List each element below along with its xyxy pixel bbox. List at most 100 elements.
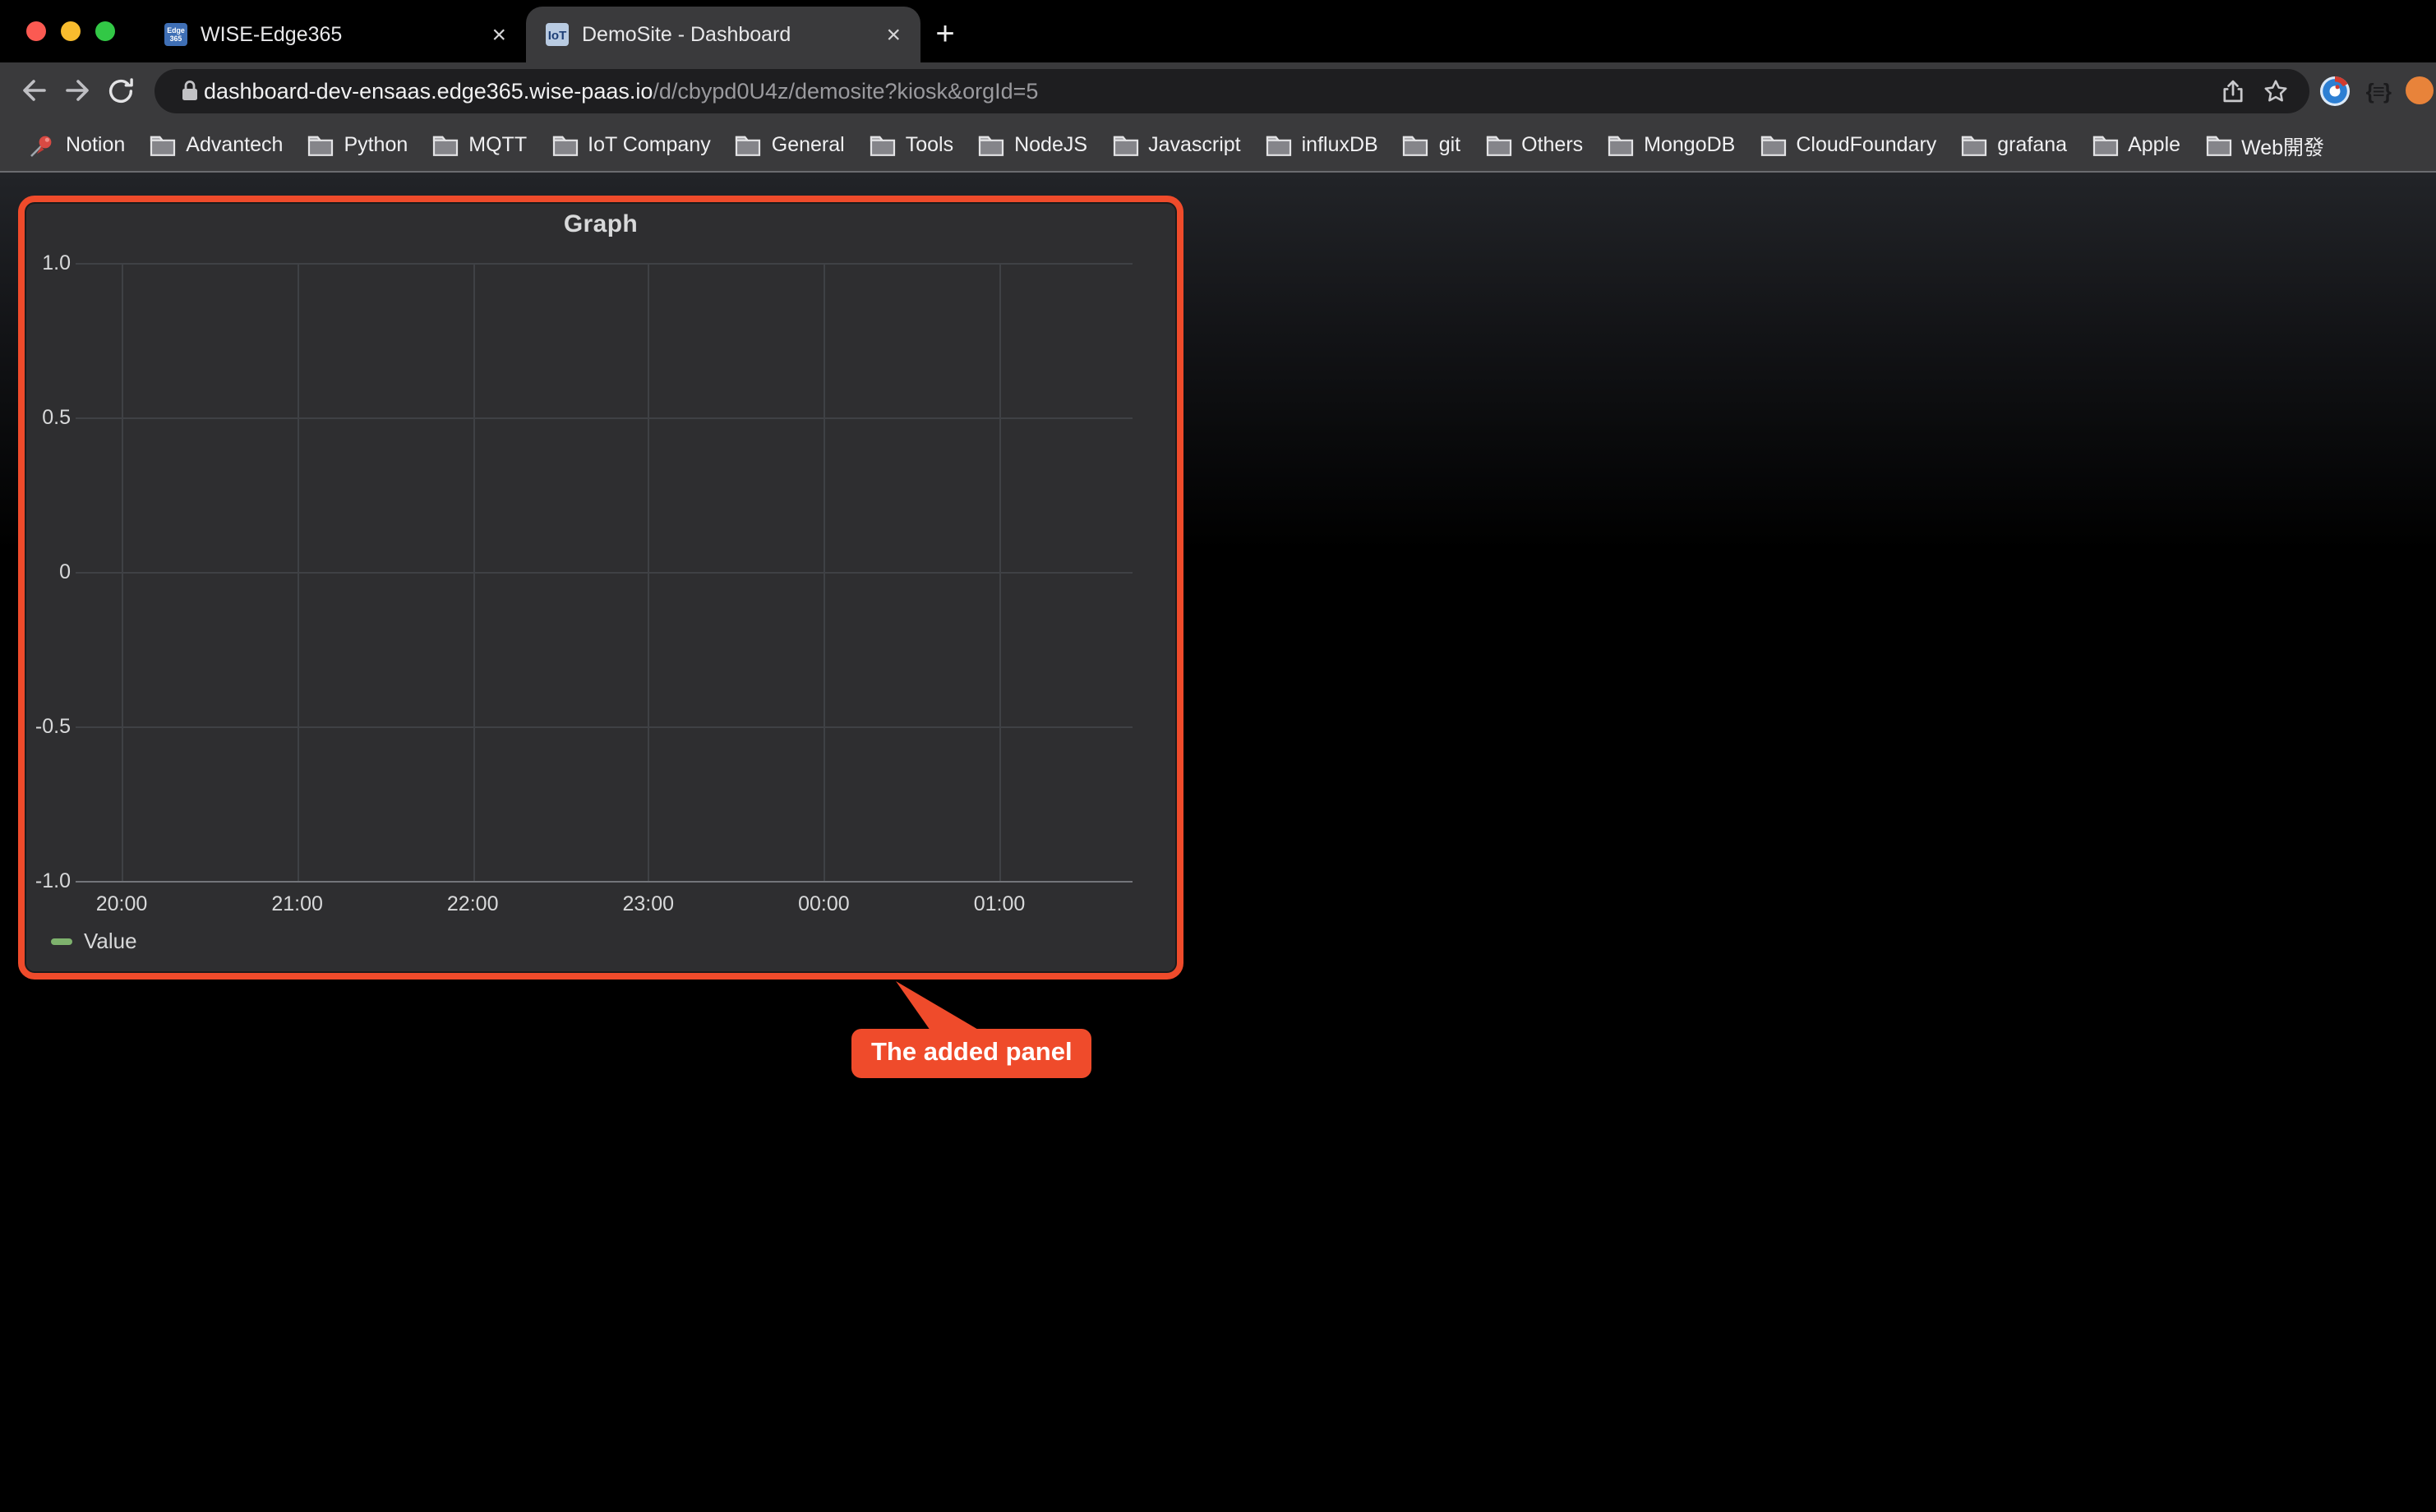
bookmark-label: git <box>1439 133 1460 156</box>
extension-profile-button[interactable] <box>2405 76 2434 105</box>
tab-close-icon[interactable]: × <box>488 22 510 47</box>
bookmark-star-button[interactable] <box>2254 71 2297 110</box>
bookmark-label: Apple <box>2128 133 2180 156</box>
lock-icon <box>174 71 204 110</box>
h-gridline <box>76 726 1133 728</box>
star-icon <box>2262 76 2290 104</box>
tab-close-icon[interactable]: × <box>883 22 904 47</box>
v-gridline <box>824 263 825 881</box>
tab-title: DemoSite - Dashboard <box>582 23 883 46</box>
bookmark-label: influxDB <box>1302 133 1378 156</box>
bookmark-label: General <box>772 133 845 156</box>
colorwheel-icon <box>2320 75 2351 106</box>
back-arrow-icon <box>18 74 51 107</box>
bookmark-general[interactable]: General <box>736 133 845 156</box>
edge365-favicon: Edge 365 <box>164 23 187 46</box>
bookmark-label: Advantech <box>186 133 283 156</box>
bookmark-label: Tools <box>906 133 953 156</box>
bookmark-others[interactable]: Others <box>1485 133 1583 156</box>
browser-window: Edge 365 WISE-Edge365 × IoT DemoSite - D… <box>0 0 2436 1512</box>
y-axis-tick-label: 0 <box>25 560 71 583</box>
browser-toolbar: dashboard-dev-ensaas.edge365.wise-paas.i… <box>0 62 2436 118</box>
y-axis-tick-label: 0.5 <box>25 406 71 429</box>
v-gridline <box>122 263 123 881</box>
v-gridline <box>298 263 299 881</box>
chart-plot-area[interactable]: 1.0 0.5 0 -0.5 -1.0 20:00 21:00 22:00 23:00 00:00… <box>25 202 1177 973</box>
bookmarks-bar: Notion Advantech Python MQTT IoT Company Gene… <box>0 118 2436 173</box>
folder-icon <box>736 133 762 156</box>
bookmark-label: Others <box>1521 133 1583 156</box>
folder-icon <box>1266 133 1292 156</box>
window-zoom-button[interactable] <box>95 21 115 41</box>
folder-icon <box>150 133 176 156</box>
y-axis-tick-label: -1.0 <box>25 869 71 892</box>
url-text: dashboard-dev-ensaas.edge365.wise-paas.i… <box>204 78 1038 103</box>
bookmark-label: NodeJS <box>1014 133 1087 156</box>
new-tab-button[interactable]: + <box>920 7 970 62</box>
bookmark-cloudfoundary[interactable]: CloudFoundary <box>1760 133 1936 156</box>
share-button[interactable] <box>2212 71 2254 110</box>
forward-arrow-icon <box>61 74 94 107</box>
share-icon <box>2219 76 2247 104</box>
bookmark-mqtt[interactable]: MQTT <box>432 133 527 156</box>
y-axis-tick-label: 1.0 <box>25 251 71 274</box>
bookmark-git[interactable]: git <box>1403 133 1460 156</box>
bookmark-nodejs[interactable]: NodeJS <box>978 133 1087 156</box>
url-path: /d/cbypd0U4z/demosite?kiosk&orgId=5 <box>653 78 1038 103</box>
back-button[interactable] <box>13 69 56 112</box>
h-gridline <box>76 263 1133 265</box>
y-axis-tick-label: -0.5 <box>25 715 71 738</box>
chart-legend[interactable]: Value <box>51 929 137 953</box>
bookmark-tools[interactable]: Tools <box>870 133 953 156</box>
tab-wise-edge365[interactable]: Edge 365 WISE-Edge365 × <box>145 7 526 62</box>
x-axis-tick-label: 00:00 <box>798 892 850 915</box>
bookmark-influxdb[interactable]: influxDB <box>1266 133 1378 156</box>
tab-strip: Edge 365 WISE-Edge365 × IoT DemoSite - D… <box>0 0 2436 62</box>
v-gridline <box>473 263 474 881</box>
h-gridline <box>76 572 1133 574</box>
bookmark-advantech[interactable]: Advantech <box>150 133 283 156</box>
orange-circle-icon <box>2405 76 2434 105</box>
x-axis-tick-label: 21:00 <box>271 892 323 915</box>
reload-button[interactable] <box>99 69 141 112</box>
folder-icon <box>551 133 578 156</box>
dashboard-content: Graph 1.00.50-0.5-1.020:0021:0022:0023:0… <box>0 173 2436 1512</box>
extension-json-button[interactable]: {≡} <box>2366 78 2390 103</box>
bookmark-notion[interactable]: Notion <box>28 131 125 159</box>
forward-button[interactable] <box>56 69 99 112</box>
bookmark-grafana[interactable]: grafana <box>1961 133 2067 156</box>
bookmark-javascript[interactable]: Javascript <box>1112 133 1241 156</box>
bookmark-label: grafana <box>1997 133 2067 156</box>
graph-panel[interactable]: Graph 1.00.50-0.5-1.020:0021:0022:0023:0… <box>18 196 1183 980</box>
extensions-area: {≡} <box>2320 75 2434 106</box>
x-axis-tick-label: 01:00 <box>974 892 1026 915</box>
tab-demosite-dashboard[interactable]: IoT DemoSite - Dashboard × <box>526 7 920 62</box>
bookmark-label: Python <box>344 133 408 156</box>
bookmark-web-[interactable]: Web開發 <box>2205 129 2324 160</box>
extension-colorwheel-button[interactable] <box>2320 75 2351 106</box>
folder-icon <box>1485 133 1511 156</box>
address-bar[interactable]: dashboard-dev-ensaas.edge365.wise-paas.i… <box>155 68 2310 113</box>
window-minimize-button[interactable] <box>61 21 81 41</box>
bookmark-label: MQTT <box>468 133 527 156</box>
folder-icon <box>2092 133 2118 156</box>
annotation-pointer <box>888 981 986 1030</box>
x-axis-tick-label: 22:00 <box>447 892 499 915</box>
window-close-button[interactable] <box>26 21 46 41</box>
bookmark-iot-company[interactable]: IoT Company <box>551 133 711 156</box>
folder-icon <box>307 133 334 156</box>
annotation-label: The added panel <box>851 1029 1092 1078</box>
bookmark-apple[interactable]: Apple <box>2092 133 2180 156</box>
bookmark-label: CloudFoundary <box>1796 133 1936 156</box>
bookmark-python[interactable]: Python <box>307 133 408 156</box>
legend-series-swatch <box>51 938 72 944</box>
x-axis-tick-label: 23:00 <box>623 892 675 915</box>
bookmark-label: Web開發 <box>2241 129 2324 160</box>
folder-icon <box>1961 133 1987 156</box>
reload-icon <box>104 75 136 106</box>
bookmark-mongodb[interactable]: MongoDB <box>1608 133 1735 156</box>
x-axis-tick-label: 20:00 <box>96 892 148 915</box>
folder-icon <box>432 133 459 156</box>
bookmark-label: MongoDB <box>1644 133 1735 156</box>
pin-icon <box>28 131 56 159</box>
